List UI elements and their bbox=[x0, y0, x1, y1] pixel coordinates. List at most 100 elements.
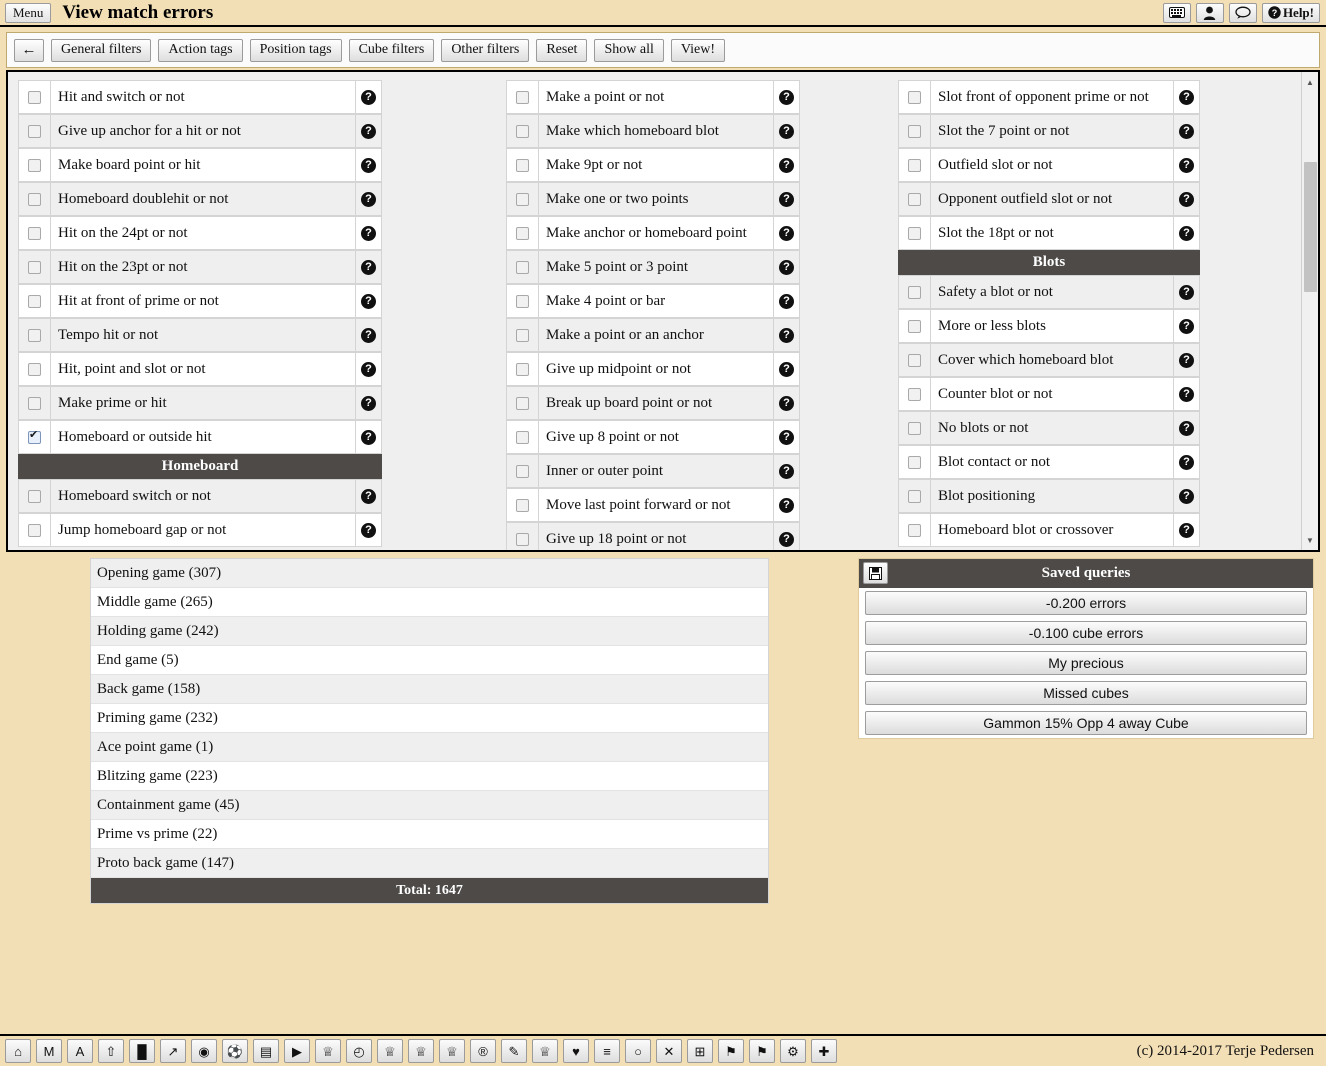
help-cell[interactable]: ? bbox=[774, 318, 800, 352]
option-checkbox[interactable] bbox=[28, 396, 41, 410]
option-checkbox[interactable] bbox=[516, 532, 529, 546]
help-icon[interactable]: ? bbox=[779, 531, 794, 547]
bookmark-icon[interactable]: ⚑ bbox=[718, 1039, 744, 1063]
help-icon[interactable]: ? bbox=[1179, 386, 1194, 402]
help-icon[interactable]: ? bbox=[1179, 284, 1194, 300]
help-icon[interactable]: ? bbox=[361, 293, 376, 309]
help-icon[interactable]: ? bbox=[1179, 454, 1194, 470]
help-cell[interactable]: ? bbox=[356, 318, 382, 352]
help-icon[interactable]: ? bbox=[361, 259, 376, 275]
option-row[interactable]: Hit and switch or not? bbox=[18, 80, 382, 114]
game-type-row[interactable]: Prime vs prime (22) bbox=[91, 820, 768, 849]
help-cell[interactable]: ? bbox=[1174, 148, 1200, 182]
help-icon[interactable]: ? bbox=[779, 123, 794, 139]
help-icon[interactable]: ? bbox=[779, 429, 794, 445]
checkbox-cell[interactable] bbox=[898, 80, 930, 114]
trophy-4-icon[interactable]: ♕ bbox=[439, 1039, 465, 1063]
help-cell[interactable]: ? bbox=[1174, 445, 1200, 479]
option-checkbox[interactable] bbox=[28, 124, 41, 138]
help-icon[interactable]: ? bbox=[779, 361, 794, 377]
saved-query-button[interactable]: My precious bbox=[865, 651, 1307, 675]
checkbox-cell[interactable] bbox=[506, 488, 538, 522]
option-checkbox[interactable] bbox=[28, 328, 41, 342]
option-row[interactable]: Make one or two points? bbox=[506, 182, 800, 216]
checkbox-cell[interactable] bbox=[18, 420, 50, 454]
checkbox-cell[interactable] bbox=[898, 343, 930, 377]
option-row[interactable]: Homeboard blot or crossover? bbox=[898, 513, 1200, 547]
option-checkbox[interactable] bbox=[908, 285, 921, 299]
help-cell[interactable]: ? bbox=[1174, 182, 1200, 216]
home-icon[interactable]: ⌂ bbox=[5, 1039, 31, 1063]
option-row[interactable]: Hit, point and slot or not? bbox=[18, 352, 382, 386]
help-icon[interactable]: ? bbox=[779, 395, 794, 411]
help-cell[interactable]: ? bbox=[774, 522, 800, 550]
film-icon[interactable]: ⊞ bbox=[687, 1039, 713, 1063]
option-row[interactable]: Make anchor or homeboard point? bbox=[506, 216, 800, 250]
help-cell[interactable]: ? bbox=[1174, 513, 1200, 547]
option-checkbox[interactable] bbox=[516, 362, 529, 376]
saved-query-button[interactable]: Gammon 15% Opp 4 away Cube bbox=[865, 711, 1307, 735]
help-icon[interactable]: ? bbox=[361, 157, 376, 173]
menu-button[interactable]: Menu bbox=[5, 2, 52, 23]
checkbox-cell[interactable] bbox=[898, 275, 930, 309]
show-all-button[interactable]: Show all bbox=[594, 38, 664, 62]
game-type-row[interactable]: Holding game (242) bbox=[91, 617, 768, 646]
help-icon[interactable]: ? bbox=[779, 327, 794, 343]
option-checkbox[interactable] bbox=[908, 90, 921, 104]
option-checkbox[interactable] bbox=[28, 158, 41, 172]
option-row[interactable]: Outfield slot or not? bbox=[898, 148, 1200, 182]
help-cell[interactable]: ? bbox=[774, 454, 800, 488]
clock-icon[interactable]: ◴ bbox=[346, 1039, 372, 1063]
option-checkbox[interactable] bbox=[28, 192, 41, 206]
help-cell[interactable]: ? bbox=[774, 488, 800, 522]
option-checkbox[interactable] bbox=[908, 158, 921, 172]
option-row[interactable]: Blot positioning? bbox=[898, 479, 1200, 513]
option-checkbox[interactable] bbox=[516, 396, 529, 410]
checkbox-cell[interactable] bbox=[898, 216, 930, 250]
vertical-scrollbar[interactable]: ▲ ▼ bbox=[1301, 72, 1318, 550]
option-checkbox[interactable] bbox=[28, 523, 41, 537]
help-icon[interactable]: ? bbox=[1179, 225, 1194, 241]
ball-icon[interactable]: ⚽ bbox=[222, 1039, 248, 1063]
help-icon[interactable]: ? bbox=[1179, 488, 1194, 504]
option-row[interactable]: Make 4 point or bar? bbox=[506, 284, 800, 318]
game-type-row[interactable]: Proto back game (147) bbox=[91, 849, 768, 878]
help-cell[interactable]: ? bbox=[774, 80, 800, 114]
help-cell[interactable]: ? bbox=[356, 80, 382, 114]
option-row[interactable]: No blots or not? bbox=[898, 411, 1200, 445]
checkbox-cell[interactable] bbox=[18, 182, 50, 216]
help-cell[interactable]: ? bbox=[774, 216, 800, 250]
option-checkbox[interactable] bbox=[908, 226, 921, 240]
option-row[interactable]: Make a point or an anchor? bbox=[506, 318, 800, 352]
option-checkbox[interactable] bbox=[28, 362, 41, 376]
help-cell[interactable]: ? bbox=[774, 250, 800, 284]
checkbox-cell[interactable] bbox=[18, 513, 50, 547]
help-cell[interactable]: ? bbox=[1174, 216, 1200, 250]
option-checkbox[interactable] bbox=[516, 498, 529, 512]
bookmark-2-icon[interactable]: ⚑ bbox=[749, 1039, 775, 1063]
help-cell[interactable]: ? bbox=[1174, 114, 1200, 148]
other-filters-button[interactable]: Other filters bbox=[441, 38, 530, 62]
help-cell[interactable]: ? bbox=[356, 352, 382, 386]
game-type-row[interactable]: Middle game (265) bbox=[91, 588, 768, 617]
option-checkbox[interactable] bbox=[516, 294, 529, 308]
help-icon[interactable]: ? bbox=[361, 225, 376, 241]
help-icon[interactable]: ? bbox=[1179, 89, 1194, 105]
cube-filters-button[interactable]: Cube filters bbox=[348, 38, 435, 62]
match-icon[interactable]: M bbox=[36, 1039, 62, 1063]
play-icon[interactable]: ▶ bbox=[284, 1039, 310, 1063]
checkbox-cell[interactable] bbox=[18, 318, 50, 352]
option-row[interactable]: Give up 18 point or not? bbox=[506, 522, 800, 550]
checkbox-cell[interactable] bbox=[506, 420, 538, 454]
option-row[interactable]: Safety a blot or not? bbox=[898, 275, 1200, 309]
help-icon[interactable]: ? bbox=[779, 89, 794, 105]
save-icon[interactable] bbox=[863, 562, 888, 584]
checkbox-cell[interactable] bbox=[18, 216, 50, 250]
checkbox-cell[interactable] bbox=[506, 454, 538, 488]
option-row[interactable]: Hit on the 23pt or not? bbox=[18, 250, 382, 284]
comment-icon[interactable]: ○ bbox=[625, 1039, 651, 1063]
position-tags-button[interactable]: Position tags bbox=[249, 38, 342, 62]
option-row[interactable]: Give up anchor for a hit or not? bbox=[18, 114, 382, 148]
add-icon[interactable]: ✚ bbox=[811, 1039, 837, 1063]
help-cell[interactable]: ? bbox=[774, 182, 800, 216]
